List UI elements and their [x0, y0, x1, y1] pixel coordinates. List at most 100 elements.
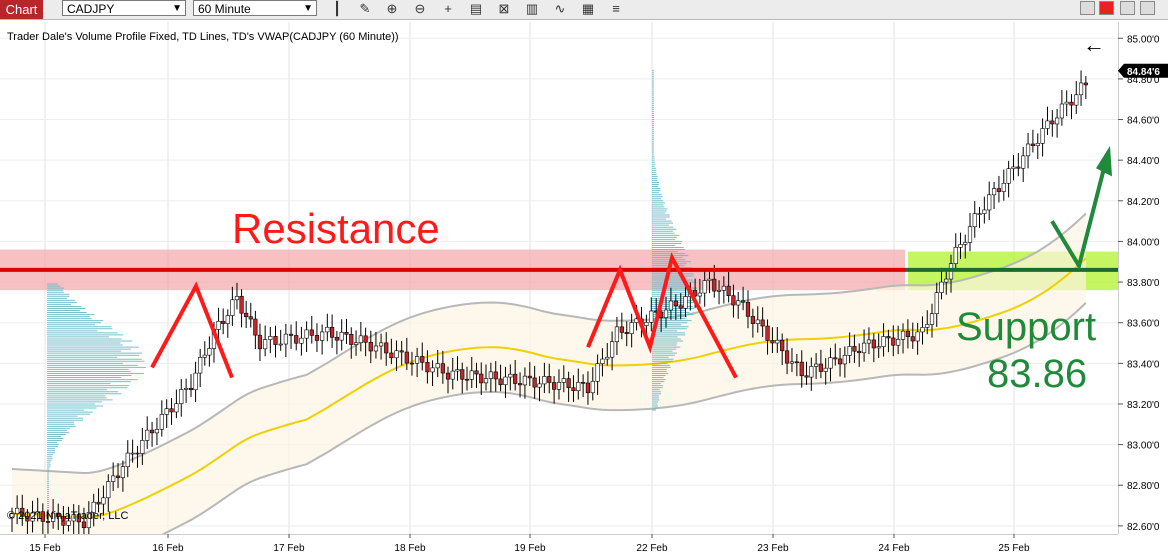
candle — [900, 330, 906, 340]
candle — [552, 382, 557, 390]
data-box-icon[interactable]: ▤ — [467, 1, 485, 17]
candle — [977, 213, 982, 215]
candle — [590, 380, 595, 394]
zoom-in-icon[interactable]: ⊕ — [383, 1, 401, 17]
candle — [115, 475, 121, 478]
pencil-icon[interactable]: ✎ — [356, 1, 374, 17]
support-value-label: 83.86 — [987, 352, 1088, 396]
interval-selector[interactable]: 60 Minute ▼ — [193, 0, 317, 16]
candle — [373, 345, 379, 352]
x-tick-label: 18 Feb — [394, 543, 426, 554]
candle — [130, 452, 135, 455]
candle — [164, 408, 169, 415]
candle — [1074, 94, 1079, 106]
candle — [483, 378, 489, 384]
y-tick-label: 83.20'0 — [1127, 400, 1160, 411]
candle — [1040, 128, 1045, 144]
candle — [784, 350, 790, 364]
candle — [1045, 120, 1050, 129]
candle — [910, 336, 915, 342]
candle — [605, 356, 610, 360]
instrument-selector[interactable]: CADJPY ▼ — [62, 0, 186, 16]
candle — [294, 335, 299, 344]
time-axis[interactable]: 15 Feb 16 Feb 17 Feb 18 Feb 19 Feb 22 Feb 23 F… — [0, 534, 1168, 558]
y-tick-label: 83.80'0 — [1127, 278, 1160, 289]
candle — [871, 339, 876, 349]
candle — [1001, 182, 1006, 192]
chart-trader-icon[interactable]: ≡ — [607, 1, 625, 17]
candle — [450, 370, 455, 380]
candle — [881, 336, 886, 347]
candle — [789, 361, 795, 364]
candle — [828, 357, 833, 369]
candle — [1011, 166, 1016, 169]
candle — [179, 389, 184, 405]
candle — [678, 305, 683, 309]
y-tick-label: 85.00'0 — [1127, 34, 1160, 45]
chevron-down-icon: ▼ — [303, 3, 313, 14]
interval-value: 60 Minute — [198, 2, 251, 16]
candle — [135, 452, 140, 455]
candle — [460, 369, 465, 380]
candle — [780, 339, 785, 352]
candle — [581, 382, 586, 384]
candle — [707, 278, 712, 281]
price-axis[interactable]: 82.60'0 82.80'0 83.00'0 83.20'0 83.40'0 83.60… — [1118, 22, 1168, 534]
candle — [363, 335, 368, 343]
candle — [488, 371, 493, 379]
y-tick-label: 82.60'0 — [1127, 522, 1160, 533]
candle — [508, 373, 513, 378]
close-button[interactable] — [1099, 1, 1114, 15]
candle — [207, 348, 212, 356]
candle — [230, 299, 235, 316]
candle — [823, 367, 828, 372]
toolbar: Chart CADJPY ▼ 60 Minute ▼ ┃ ✎ ⊕ ⊖ + ▤ ⊠… — [0, 0, 1168, 20]
properties-icon[interactable]: ▦ — [579, 1, 597, 17]
candle — [1006, 168, 1011, 184]
candle — [804, 375, 809, 378]
candle — [740, 300, 746, 303]
chart-tab[interactable]: Chart — [0, 0, 43, 19]
candle — [389, 352, 394, 359]
chart-title: Trader Dale's Volume Profile Fixed, TD L… — [7, 31, 399, 43]
candle — [1025, 143, 1031, 157]
restore-button[interactable] — [1120, 1, 1135, 15]
indicators-icon[interactable]: ⊠ — [495, 1, 513, 17]
crosshair-icon[interactable]: + — [439, 1, 457, 17]
price-chart[interactable] — [0, 22, 1118, 534]
candle — [304, 329, 309, 339]
y-tick-label: 82.80'0 — [1127, 481, 1160, 492]
drawing-tools-icon[interactable]: ∿ — [551, 1, 569, 17]
candle — [833, 357, 838, 360]
zoom-out-icon[interactable]: ⊖ — [411, 1, 429, 17]
candle — [537, 383, 542, 388]
candle — [106, 481, 111, 499]
left-arrow-icon[interactable]: ← — [1083, 34, 1105, 56]
y-tick-label: 84.40'0 — [1127, 156, 1160, 167]
candle — [775, 339, 780, 344]
candle — [1083, 82, 1088, 86]
candle — [154, 428, 160, 434]
candle — [794, 361, 799, 364]
candle — [288, 333, 294, 336]
candle — [1055, 117, 1060, 125]
candle — [755, 319, 760, 324]
minimize-button[interactable] — [1080, 1, 1095, 15]
strategies-icon[interactable]: ▥ — [523, 1, 541, 17]
candle — [184, 388, 189, 390]
candle — [532, 377, 537, 388]
bar-style-icon[interactable]: ┃ — [328, 1, 346, 17]
x-tick-label: 23 Feb — [757, 543, 789, 554]
candle — [663, 309, 669, 319]
y-tick-label: 84.00'0 — [1127, 237, 1160, 248]
candle — [925, 324, 930, 328]
candle — [542, 376, 547, 385]
candle — [1030, 143, 1035, 147]
candle — [765, 325, 770, 341]
candle — [159, 414, 164, 430]
chevron-down-icon: ▼ — [172, 3, 182, 14]
candle — [745, 301, 751, 317]
maximize-button[interactable] — [1140, 1, 1155, 15]
candle — [624, 332, 629, 334]
candle — [1078, 82, 1084, 96]
